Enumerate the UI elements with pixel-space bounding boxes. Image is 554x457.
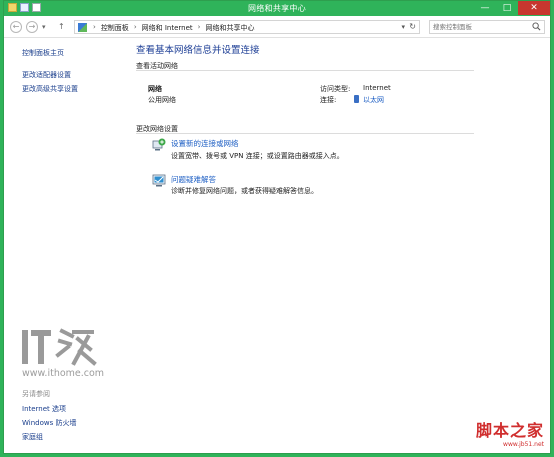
sidebar-item-windows-firewall[interactable]: Windows 防火墙: [22, 418, 76, 428]
logo-url: www.ithome.com: [22, 368, 105, 379]
setup-connection-link[interactable]: 设置新的连接或网络: [171, 138, 239, 149]
control-panel-icon: [78, 23, 87, 32]
network-name: 网络: [148, 85, 162, 93]
ethernet-link[interactable]: 以太网: [363, 95, 384, 105]
breadcrumb-separator: ›: [197, 23, 201, 31]
access-type-label: 访问类型:: [320, 85, 351, 93]
window-title: 网络和共享中心: [247, 4, 307, 13]
breadcrumb-separator: ›: [133, 23, 137, 31]
search-box[interactable]: [429, 20, 545, 34]
address-bar[interactable]: › 控制面板 › 网络和 Internet › 网络和共享中心 ▾ ↻: [74, 20, 420, 34]
connection-label: 连接:: [320, 96, 337, 104]
recent-locations-dropdown[interactable]: ▾: [42, 23, 46, 31]
breadcrumb-sharing-center[interactable]: 网络和共享中心: [205, 23, 254, 33]
troubleshoot-link[interactable]: 问题疑难解答: [171, 174, 216, 185]
window-controls: — □ ✕: [474, 1, 550, 15]
troubleshoot-description: 诊断并修复网络问题，或者获得疑难解答信息。: [171, 187, 318, 195]
sidebar-item-advanced-sharing[interactable]: 更改高级共享设置: [22, 84, 78, 94]
ethernet-icon: [354, 95, 359, 103]
page-title: 查看基本网络信息并设置连接: [136, 45, 260, 56]
breadcrumb: › 控制面板 › 网络和 Internet › 网络和共享中心: [93, 23, 254, 33]
sidebar-item-homegroup[interactable]: 家庭组: [22, 432, 43, 442]
maximize-button[interactable]: □: [496, 1, 518, 15]
setup-connection-description: 设置宽带、拨号或 VPN 连接；或设置路由器或接入点。: [171, 152, 344, 160]
sidebar-item-internet-options[interactable]: Internet 选项: [22, 404, 66, 414]
section-divider: [136, 70, 474, 71]
see-also-heading: 另请参阅: [22, 390, 50, 398]
site-watermark: 脚本之家 www.jb51.net: [476, 417, 544, 448]
up-button[interactable]: ↑: [58, 22, 65, 31]
search-input[interactable]: [433, 21, 533, 33]
navigation-bar: ← → ▾ ↑ › 控制面板 › 网络和 Internet › 网络和共享中心 …: [4, 16, 550, 38]
refresh-button[interactable]: ↻: [409, 22, 416, 31]
breadcrumb-control-panel[interactable]: 控制面板: [101, 23, 129, 33]
forward-button[interactable]: →: [26, 21, 38, 33]
minimize-button[interactable]: —: [474, 1, 496, 15]
ithome-logo: [22, 328, 97, 366]
troubleshoot-icon: [152, 174, 166, 187]
address-dropdown[interactable]: ▾: [401, 23, 405, 31]
new-connection-icon: [152, 138, 166, 151]
access-type-value: Internet: [363, 84, 391, 92]
watermark-title: 脚本之家: [475, 421, 544, 440]
breadcrumb-separator: ›: [93, 23, 96, 31]
watermark-url: www.jb51.net: [503, 441, 544, 448]
search-icon[interactable]: [532, 22, 541, 31]
breadcrumb-network-internet[interactable]: 网络和 Internet: [142, 23, 193, 33]
window: 网络和共享中心 — □ ✕ ← → ▾ ↑ › 控制面板 › 网络和 Inter…: [3, 0, 551, 454]
sidebar-item-control-panel-home[interactable]: 控制面板主页: [22, 48, 64, 58]
sidebar: 控制面板主页 更改适配器设置 更改高级共享设置 www.ithome.com 另…: [4, 39, 124, 455]
back-button[interactable]: ←: [10, 21, 22, 33]
section-divider: [136, 133, 474, 134]
close-button[interactable]: ✕: [518, 1, 550, 15]
title-bar: 网络和共享中心 — □ ✕: [4, 1, 550, 16]
sidebar-item-adapter-settings[interactable]: 更改适配器设置: [22, 70, 71, 80]
network-type[interactable]: 公用网络: [148, 95, 176, 105]
